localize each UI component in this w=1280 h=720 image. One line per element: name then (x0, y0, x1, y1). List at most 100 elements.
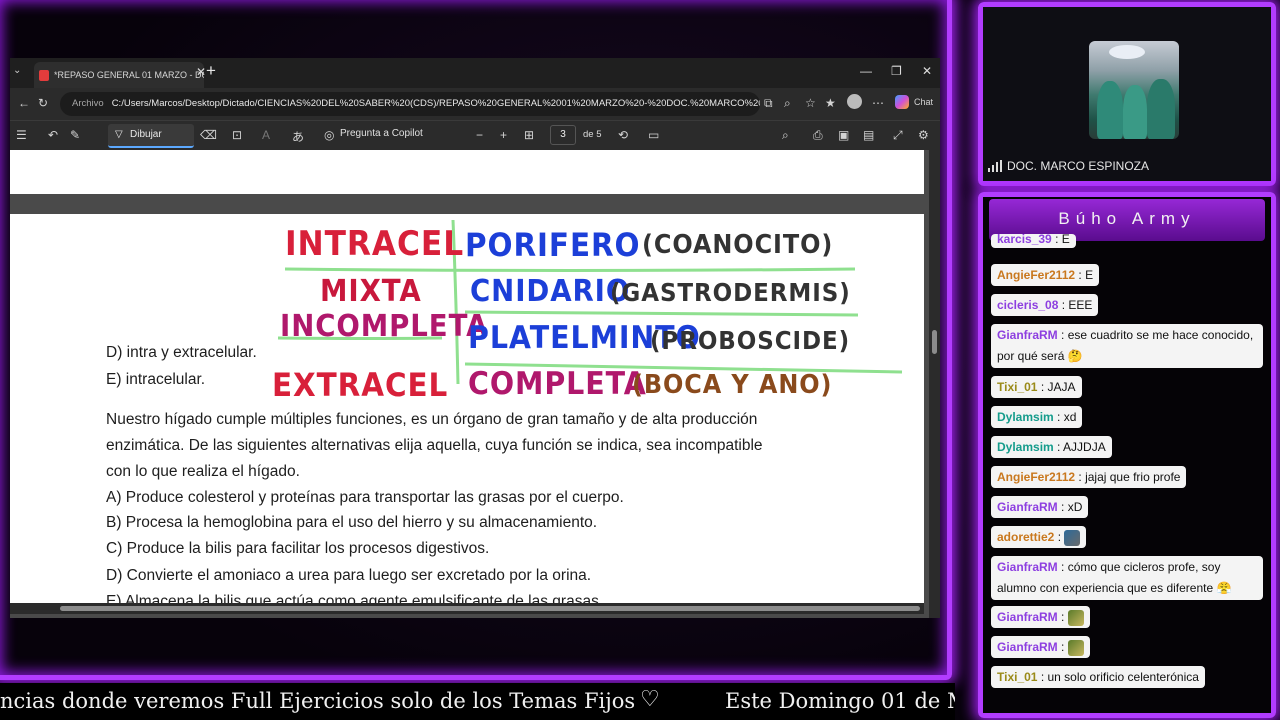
maximize-icon[interactable]: ❐ (891, 64, 902, 78)
hand-label-mixta: MIXTA (320, 274, 422, 309)
surgery-lamp (1109, 45, 1145, 59)
address-scheme-label: Archivo (72, 98, 104, 109)
vertical-scroll-thumb[interactable] (932, 330, 937, 354)
window-close-icon[interactable]: ✕ (922, 64, 932, 78)
settings-gear-icon[interactable]: ⚙ (918, 128, 929, 142)
new-tab-icon[interactable]: + (206, 61, 216, 81)
address-field[interactable]: Archivo C:/Users/Marcos/Desktop/Dictado/C… (60, 92, 760, 116)
streamer-name: DOC. MARCO ESPINOZA (1007, 159, 1150, 173)
chat-separator: : (1057, 640, 1068, 654)
page-total-label: de 5 (583, 129, 602, 140)
chat-message: Dylamsim : AJJDJA (991, 436, 1112, 458)
draw-button[interactable]: ▽ Dibujar (108, 124, 194, 148)
search-icon[interactable]: ⌕ (782, 128, 789, 143)
chat-separator: : (1053, 410, 1064, 424)
zoom-out-icon[interactable]: − (476, 128, 483, 142)
chat-separator: : (1037, 670, 1048, 684)
fit-page-icon[interactable]: ⊞ (524, 128, 534, 142)
ask-copilot-button[interactable]: Pregunta a Copilot (340, 128, 423, 139)
print-icon[interactable]: ⎙ (813, 128, 823, 143)
pdf-page-current: D) intra y extracelular. E) intracelular… (10, 214, 924, 614)
chat-username[interactable]: Tixi_01 (997, 380, 1037, 394)
rotate-icon[interactable]: ⟲ (618, 128, 628, 142)
tab-pdf-document[interactable]: *REPASO GENERAL 01 MARZO - DOC (34, 62, 204, 88)
copilot-icon[interactable] (895, 95, 909, 109)
page-number-input[interactable]: 3 (550, 125, 576, 145)
page-view-icon[interactable]: ▭ (648, 128, 659, 142)
save-as-icon[interactable]: ▤ (863, 128, 874, 142)
horizontal-scroll-thumb[interactable] (60, 606, 920, 611)
hand-note-gastrodermis: (GASTRODERMIS) (610, 278, 851, 307)
webcam-video (1089, 41, 1179, 139)
chat-username[interactable]: cicleris_08 (997, 298, 1058, 312)
surgeon-figure (1097, 81, 1123, 139)
zoom-icon[interactable]: ⌕ (784, 96, 791, 111)
hand-label-incompleta: INCOMPLETA (280, 309, 489, 344)
tab-list-chevron-icon[interactable]: ⌄ (13, 65, 21, 76)
read-aloud-icon[interactable]: ⧉ (764, 96, 773, 111)
chat-username[interactable]: Tixi_01 (997, 670, 1037, 684)
chat-message: GianfraRM : ese cuadrito se me hace cono… (991, 324, 1263, 368)
draw-label: Dibujar (130, 129, 162, 140)
eraser-icon[interactable]: ⌫ (200, 128, 217, 142)
chat-text: AJJDJA (1063, 440, 1106, 454)
favorites-icon[interactable]: ★ (825, 96, 836, 110)
chat-username[interactable]: Dylamsim (997, 440, 1054, 454)
chat-separator: : (1053, 440, 1064, 454)
image-emoji-icon (1067, 639, 1084, 656)
edge-browser-window: ⌄ *REPASO GENERAL 01 MARZO - DOC ✕ + — ❐… (10, 58, 940, 618)
chat-message: adorettie2 : (991, 526, 1087, 548)
chat-username[interactable]: AngieFer2112 (997, 470, 1075, 484)
chat-message: Tixi_01 : un solo orificio celenterónica (991, 666, 1205, 688)
hand-label-intracel: INTRACEL (285, 224, 465, 264)
chat-text: un solo orificio celenterónica (1047, 670, 1199, 684)
copilot-toolbar-icon[interactable]: ◎ (324, 128, 334, 142)
undo-icon[interactable]: ↶ (48, 128, 58, 142)
chat-username[interactable]: GianfraRM (997, 610, 1058, 624)
chat-username[interactable]: GianfraRM (997, 640, 1058, 654)
chat-username[interactable]: adorettie2 (997, 530, 1054, 544)
translate-icon[interactable]: あ (292, 128, 304, 145)
chat-username[interactable]: GianfraRM (997, 560, 1058, 574)
hand-note-proboscide: (PROBOSCIDE) (650, 326, 851, 355)
vertical-scrollbar[interactable] (929, 150, 940, 618)
more-menu-icon[interactable]: ⋯ (872, 96, 884, 110)
chat-button[interactable]: Chat (914, 97, 933, 107)
favorite-star-icon[interactable]: ☆ (805, 96, 816, 110)
chat-username[interactable]: GianfraRM (997, 328, 1058, 342)
fullscreen-icon[interactable]: ⤢ (893, 128, 903, 143)
chat-username[interactable]: AngieFer2112 (997, 268, 1075, 282)
chat-message: Dylamsim : xd (991, 406, 1083, 428)
back-arrow-icon[interactable]: ← (18, 96, 30, 110)
close-tab-icon[interactable]: ✕ (196, 65, 206, 79)
hand-label-porifero: PORIFERO (465, 226, 641, 264)
hand-label-completa: COMPLETA (468, 366, 647, 402)
horizontal-scrollbar[interactable] (10, 603, 924, 614)
pdf-viewer[interactable]: D) intra y extracelular. E) intracelular… (10, 150, 940, 618)
save-icon[interactable]: ▣ (838, 128, 849, 142)
chat-username[interactable]: karcis_39 (997, 234, 1052, 246)
chat-separator: : (1075, 470, 1086, 484)
hand-note-coanocito: (COANOCITO) (642, 230, 834, 260)
chat-username[interactable]: GianfraRM (997, 500, 1058, 514)
zoom-in-icon[interactable]: + (500, 128, 507, 142)
stream-layout: ⌄ *REPASO GENERAL 01 MARZO - DOC ✕ + — ❐… (0, 0, 1280, 720)
parrot-emoji-icon (1064, 529, 1081, 546)
chat-separator: : (1057, 328, 1068, 342)
chat-text: E (1061, 234, 1070, 246)
contents-list-icon[interactable]: ☰ (16, 128, 27, 142)
ticker-text-b: Este Domingo 01 de M (725, 689, 955, 713)
pdf-toolbar: ☰ ↶ ✎ ▽ Dibujar ⌫ ⊡ A あ ◎ Pregunta a Cop… (10, 120, 940, 150)
highlight-icon[interactable]: ✎ (70, 128, 80, 142)
chat-text: EEE (1068, 298, 1093, 312)
text-box-icon[interactable]: ⊡ (232, 128, 242, 142)
chat-message: GianfraRM : (991, 606, 1090, 628)
font-icon[interactable]: A (262, 128, 270, 142)
chat-text: E (1085, 268, 1094, 282)
chat-message: GianfraRM : cómo que cicleros profe, soy… (991, 556, 1263, 600)
profile-avatar-icon[interactable] (847, 94, 862, 109)
refresh-icon[interactable]: ↻ (38, 96, 48, 110)
chat-username[interactable]: Dylamsim (997, 410, 1054, 424)
chat-separator: : (1075, 268, 1086, 282)
minimize-icon[interactable]: — (860, 64, 872, 78)
